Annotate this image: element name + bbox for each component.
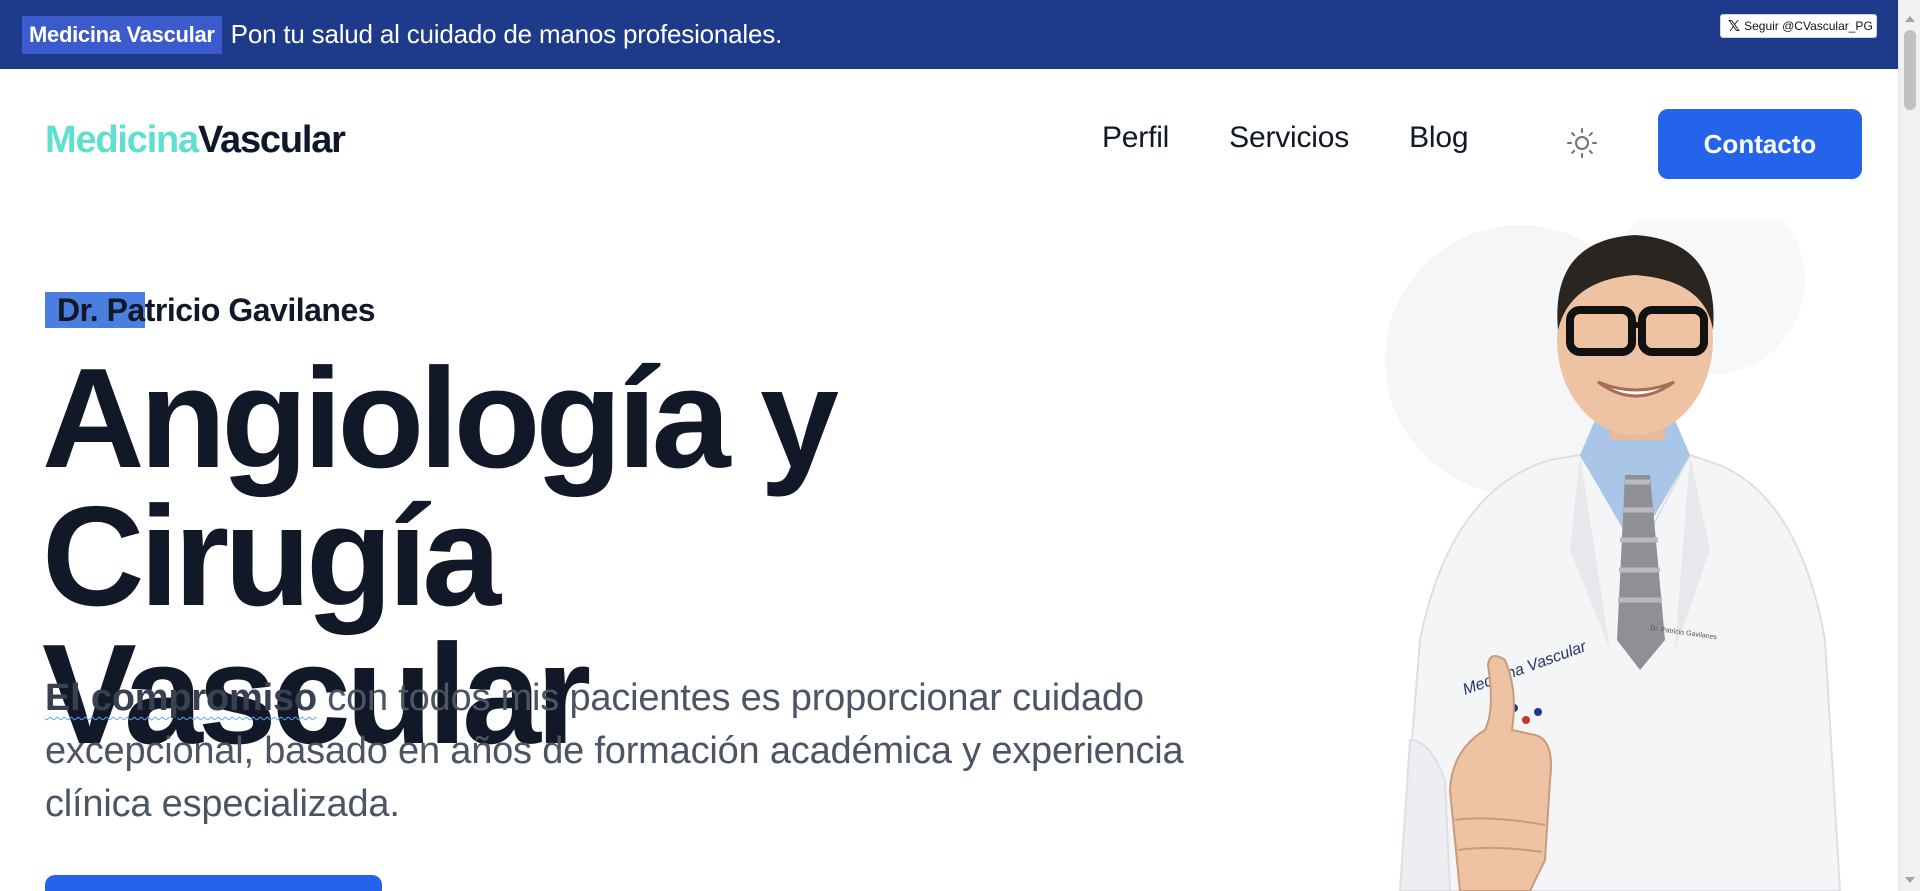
nav-links: Perfil Servicios Blog bbox=[1102, 121, 1469, 155]
page-scrollbar[interactable] bbox=[1898, 0, 1920, 891]
doctor-photo: Medicina Vascular Dr. Patricio Gavilanes bbox=[1385, 220, 1842, 891]
nav-link-blog[interactable]: Blog bbox=[1409, 121, 1468, 155]
tagline: Pon tu salud al cuidado de manos profesi… bbox=[230, 19, 783, 49]
nav-link-perfil[interactable]: Perfil bbox=[1102, 121, 1169, 155]
logo-part-medicina: Medicina bbox=[45, 119, 199, 161]
site-logo[interactable]: MedicinaVascular bbox=[45, 119, 346, 162]
contact-button[interactable]: Contacto bbox=[1658, 109, 1862, 179]
doctor-name-rest: tricio Gavilanes bbox=[144, 292, 376, 328]
hero-cta-button[interactable] bbox=[45, 875, 382, 891]
main-navbar: MedicinaVascular Perfil Servicios Blog C… bbox=[0, 69, 1898, 209]
nav-link-servicios[interactable]: Servicios bbox=[1229, 121, 1349, 155]
scroll-down-arrow-icon[interactable] bbox=[1905, 877, 1915, 883]
doctor-name: Dr. Patricio Gavilanes bbox=[45, 292, 376, 329]
follow-twitter-button[interactable]: 𝕏 Seguir @CVascular_PG bbox=[1720, 14, 1877, 38]
hero-description-highlight: El compromiso bbox=[45, 677, 317, 719]
brand-chip: Medicina Vascular bbox=[22, 15, 222, 54]
follow-button-label: Seguir @CVascular_PG bbox=[1744, 19, 1873, 33]
x-logo-icon: 𝕏 bbox=[1728, 17, 1741, 35]
hero-title-line1: Angiología y Cirugía bbox=[42, 339, 839, 636]
theme-toggle-button[interactable] bbox=[1564, 125, 1600, 161]
hero-description: El compromiso con todos mis pacientes es… bbox=[45, 672, 1245, 831]
scroll-up-arrow-icon[interactable] bbox=[1905, 16, 1915, 22]
scrollbar-thumb[interactable] bbox=[1904, 30, 1916, 110]
logo-part-vascular: Vascular bbox=[198, 119, 346, 161]
sun-icon bbox=[1567, 128, 1597, 158]
announcement-bar: Medicina Vascular Pon tu salud al cuidad… bbox=[0, 0, 1898, 69]
doctor-name-selected: Dr. Pa bbox=[45, 292, 145, 328]
